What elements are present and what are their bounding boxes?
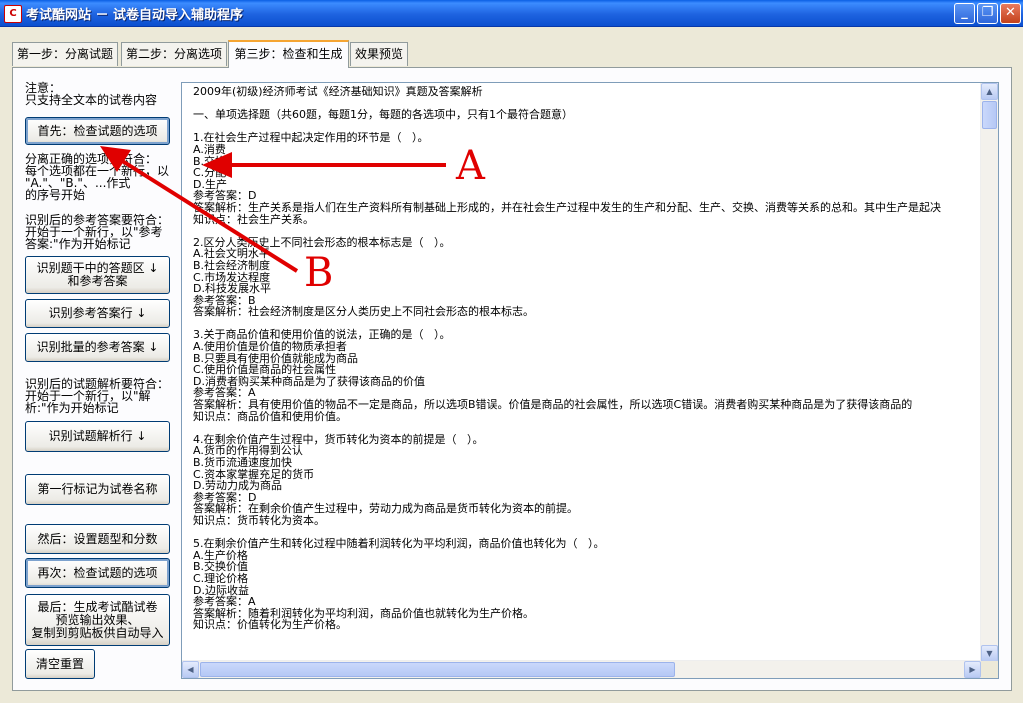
exam-text-line: 答案解析：具有使用价值的物品不一定是商品，所以选项B错误。价值是商品的社会属性，… bbox=[193, 398, 913, 412]
exam-text-line: 1.在社会生产过程中起决定作用的环节是（ ）。 bbox=[193, 131, 429, 145]
annotation-label-a: A bbox=[456, 143, 485, 189]
tab-step1[interactable]: 第一步：分离试题 bbox=[12, 42, 118, 66]
exam-text-line: B.交换价值 bbox=[193, 560, 249, 574]
set-types-scores-button[interactable]: 然后：设置题型和分数 bbox=[25, 524, 170, 554]
exam-text-line: B.交换 bbox=[193, 154, 227, 168]
scroll-left-button[interactable]: ◀ bbox=[182, 661, 199, 678]
note-analysis-rule-3: 析:"作为开始标记 bbox=[25, 401, 119, 415]
tab-step3[interactable]: 第三步：检查和生成 bbox=[228, 40, 349, 68]
note-answer-rule-3: 答案:"作为开始标记 bbox=[25, 237, 131, 251]
exam-text-line: A.生产价格 bbox=[193, 548, 248, 562]
horizontal-scroll-thumb[interactable] bbox=[200, 662, 675, 677]
generate-label-3: 复制到剪贴板供自动导入 bbox=[31, 625, 164, 640]
exam-text-line: D.生产 bbox=[193, 177, 227, 191]
identify-answer-area-label-2: 和参考答案 bbox=[67, 274, 128, 288]
exam-text-line: 5.在剩余价值产生和转化过程中随着利润转化为平均利润，商品价值也转化为（ ）。 bbox=[193, 537, 605, 551]
exam-text-area[interactable]: 2009年(初级)经济师考试《经济基础知识》真题及答案解析一、单项选择题（共60… bbox=[181, 82, 999, 679]
exam-text-line: 4.在剩余价值产生过程中，货币转化为资本的前提是（ ）。 bbox=[193, 432, 484, 446]
maximize-button[interactable]: ❐ bbox=[977, 3, 998, 24]
exam-text-line: C.资本家掌握充足的货币 bbox=[193, 467, 315, 481]
note-text-only: 只支持全文本的试卷内容 bbox=[25, 93, 158, 107]
scroll-up-button[interactable]: ▲ bbox=[981, 83, 998, 100]
identify-batch-answer-button[interactable]: 识别批量的参考答案 ↓ bbox=[25, 333, 170, 362]
exam-text-line bbox=[193, 225, 978, 237]
exam-text-line: A.消费 bbox=[193, 142, 226, 156]
exam-text-line: D.劳动力成为商品 bbox=[193, 479, 282, 493]
vertical-scrollbar[interactable]: ▲ ▼ bbox=[980, 83, 998, 662]
scroll-right-button[interactable]: ▶ bbox=[964, 661, 981, 678]
exam-text-content[interactable]: 2009年(初级)经济师考试《经济基础知识》真题及答案解析一、单项选择题（共60… bbox=[193, 86, 978, 663]
exam-text-line: A.货币的作用得到公认 bbox=[193, 444, 303, 458]
exam-text-line: 2009年(初级)经济师考试《经济基础知识》真题及答案解析 bbox=[193, 86, 483, 98]
exam-text-line: 答案解析：社会经济制度是区分人类历史上不同社会形态的根本标志。 bbox=[193, 305, 534, 319]
note-option-rule-4: 的序号开始 bbox=[25, 188, 86, 202]
tab-preview[interactable]: 效果预览 bbox=[350, 42, 408, 66]
exam-text-line: 知识点：商品价值和使用价值。 bbox=[193, 409, 347, 423]
exam-text-line: 知识点：社会生产关系。 bbox=[193, 212, 314, 226]
exam-text-line: C.理论价格 bbox=[193, 571, 249, 585]
window-title: 考试酷网站 － 试卷自动导入辅助程序 bbox=[26, 8, 244, 23]
identify-answer-line-button[interactable]: 识别参考答案行 ↓ bbox=[25, 299, 170, 328]
exam-text-line: C.分配 bbox=[193, 166, 227, 180]
check-options-first-button[interactable]: 首先：检查试题的选项 bbox=[25, 117, 170, 145]
exam-text-line: 2.区分人类历史上不同社会形态的根本标志是（ ）。 bbox=[193, 235, 451, 249]
exam-text-line: B.货币流通速度加快 bbox=[193, 456, 293, 469]
exam-text-line: 参考答案：A bbox=[193, 595, 256, 609]
exam-text-line: D.边际收益 bbox=[193, 583, 249, 597]
annotation-label-b: B bbox=[304, 250, 334, 296]
identify-analysis-button[interactable]: 识别试题解析行 ↓ bbox=[25, 421, 170, 452]
exam-text-line: D.消费者购买某种商品是为了获得该商品的价值 bbox=[193, 374, 425, 388]
generate-exam-button[interactable]: 最后：生成考试酷试卷 预览输出效果、 复制到剪贴板供自动导入 bbox=[25, 594, 170, 646]
app-icon: C bbox=[4, 5, 22, 23]
title-bar[interactable]: C 考试酷网站 － 试卷自动导入辅助程序 _ ❐ ✕ bbox=[0, 0, 1023, 27]
scroll-down-button[interactable]: ▼ bbox=[981, 645, 998, 662]
horizontal-scrollbar[interactable]: ◀ ▶ bbox=[182, 660, 981, 678]
minimize-button[interactable]: _ bbox=[954, 3, 975, 24]
exam-text-line: A.使用价值是价值的物质承担者 bbox=[193, 340, 347, 354]
identify-answer-area-button[interactable]: 识别题干中的答题区 ↓ 和参考答案 bbox=[25, 256, 170, 294]
generate-label-1: 最后：生成考试酷试卷 bbox=[37, 599, 158, 614]
exam-text-line: 知识点：货币转化为资本。 bbox=[193, 513, 325, 527]
exam-text-line: 一、单项选择题（共60题，每题1分，每题的各选项中，只有1个最符合题意） bbox=[193, 108, 573, 122]
clear-reset-button[interactable]: 清空重置 bbox=[25, 649, 95, 679]
vertical-scroll-thumb[interactable] bbox=[982, 101, 997, 129]
tab-step2[interactable]: 第二步：分离选项 bbox=[121, 42, 227, 66]
exam-text-line: 答案解析：生产关系是指人们在生产资料所有制基础上形成的，并在社会生产过程中发生的… bbox=[193, 200, 941, 214]
generate-label-2: 预览输出效果、 bbox=[55, 612, 140, 627]
check-options-again-button[interactable]: 再次：检查试题的选项 bbox=[25, 558, 170, 588]
scroll-corner bbox=[981, 661, 998, 678]
exam-text-line: 知识点：价值转化为生产价格。 bbox=[193, 618, 347, 632]
close-button[interactable]: ✕ bbox=[1000, 3, 1021, 24]
first-line-title-button[interactable]: 第一行标记为试卷名称 bbox=[25, 474, 170, 505]
